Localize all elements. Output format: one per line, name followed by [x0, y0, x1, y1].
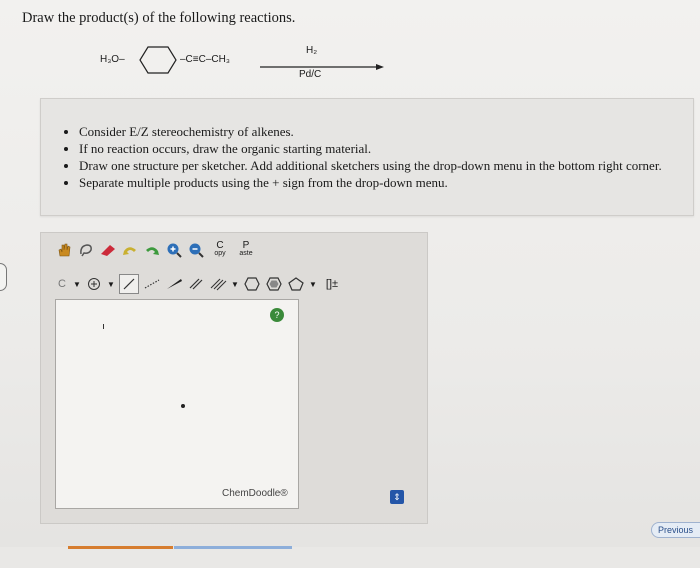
- chevron-down-icon[interactable]: ▼: [309, 275, 317, 293]
- instruction-item: Consider E/Z stereochemistry of alkenes.: [79, 123, 662, 140]
- drawing-canvas[interactable]: ? ChemDoodle®: [55, 299, 299, 509]
- reactant-left-label: H₃O–: [100, 54, 125, 65]
- cyclopentane-template-icon[interactable]: [287, 275, 305, 293]
- zoom-in-icon[interactable]: [165, 241, 183, 259]
- single-bond-icon[interactable]: [119, 274, 139, 294]
- sketcher-dropdown-icon[interactable]: ⇕: [390, 490, 404, 504]
- reagent-bottom-label: Pd/C: [299, 69, 322, 80]
- carbon-atom-button[interactable]: C: [55, 275, 69, 293]
- eraser-icon[interactable]: [99, 241, 117, 259]
- dashed-bond-icon[interactable]: [143, 275, 161, 293]
- chevron-down-icon[interactable]: ▼: [73, 275, 81, 293]
- question-title: Draw the product(s) of the following rea…: [22, 10, 296, 26]
- undo-icon[interactable]: [121, 241, 139, 259]
- previous-button[interactable]: Previous: [651, 522, 700, 538]
- reactant-right-label: –C≡C–CH₃: [180, 54, 230, 65]
- cyclohexane-ring-icon: [139, 46, 177, 74]
- zoom-out-icon[interactable]: [187, 241, 205, 259]
- chemdoodle-watermark: ChemDoodle®: [222, 488, 288, 499]
- copy-button[interactable]: C opy: [209, 241, 231, 259]
- wedge-bond-icon[interactable]: [165, 275, 183, 293]
- instruction-item: Separate multiple products using the + s…: [79, 174, 662, 191]
- instructions-panel: Consider E/Z stereochemistry of alkenes.…: [40, 98, 694, 216]
- reagent-top-label: H₂: [306, 45, 318, 56]
- previous-label: Previous: [658, 525, 694, 535]
- progress-segment-active: [68, 546, 173, 549]
- bracket-charge-button[interactable]: []±: [321, 275, 343, 293]
- lasso-icon[interactable]: [77, 241, 95, 259]
- reaction-arrow-icon: [260, 64, 384, 70]
- instructions-list: Consider E/Z stereochemistry of alkenes.…: [41, 123, 662, 191]
- chevron-down-icon[interactable]: ▼: [231, 275, 239, 293]
- chemdoodle-sketcher: C opy P aste C ▼ ▼ ▼ ▼ []± ? ChemDoodle®: [40, 232, 428, 524]
- bottom-bar: [0, 547, 700, 568]
- charge-plus-icon[interactable]: [85, 275, 103, 293]
- sketcher-toolbar-top: C opy P aste: [55, 239, 257, 261]
- chevron-down-icon[interactable]: ▼: [107, 275, 115, 293]
- reaction-scheme: H₃O– –C≡C–CH₃ H₂ Pd/C: [100, 42, 390, 92]
- page: Draw the product(s) of the following rea…: [0, 0, 700, 568]
- help-icon[interactable]: ?: [270, 308, 284, 322]
- instruction-item: If no reaction occurs, draw the organic …: [79, 140, 662, 157]
- paste-top-label: P: [242, 240, 250, 251]
- carbon-atom-label: C: [58, 278, 66, 290]
- bracket-charge-label: []±: [325, 278, 339, 290]
- hand-icon[interactable]: [55, 241, 73, 259]
- cyclohexane-template-icon[interactable]: [243, 275, 261, 293]
- progress-segment: [174, 546, 292, 549]
- copy-bottom-label: opy: [214, 250, 226, 257]
- paste-bottom-label: aste: [239, 250, 253, 257]
- benzene-template-icon[interactable]: [265, 275, 283, 293]
- side-handle[interactable]: [0, 263, 7, 291]
- instruction-item: Draw one structure per sketcher. Add add…: [79, 157, 662, 174]
- triple-bond-icon[interactable]: [209, 275, 227, 293]
- cursor-tick: [103, 324, 104, 329]
- redo-icon[interactable]: [143, 241, 161, 259]
- paste-button[interactable]: P aste: [235, 241, 257, 259]
- copy-top-label: C: [216, 240, 224, 251]
- double-bond-icon[interactable]: [187, 275, 205, 293]
- canvas-dot: [181, 404, 185, 408]
- sketcher-toolbar-bottom: C ▼ ▼ ▼ ▼ []±: [55, 273, 343, 295]
